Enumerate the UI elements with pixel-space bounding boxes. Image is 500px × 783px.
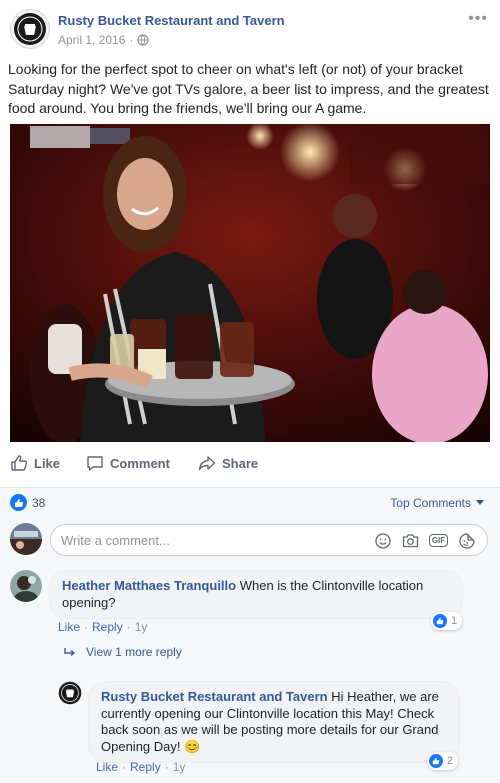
comment-label: Comment bbox=[110, 455, 170, 471]
reaction-count: 38 bbox=[32, 495, 46, 510]
thumbs-up-icon bbox=[11, 455, 28, 471]
comment-button[interactable]: Comment bbox=[86, 447, 170, 479]
sticker-icon[interactable] bbox=[458, 532, 475, 549]
post-text: Looking for the perfect spot to cheer on… bbox=[8, 61, 489, 116]
like-label: Like bbox=[34, 455, 61, 471]
gif-icon[interactable]: GIF bbox=[428, 532, 449, 549]
post-meta: April 1, 2016 · bbox=[58, 33, 149, 47]
sort-label: Top Comments bbox=[390, 496, 471, 510]
view-more-replies-link[interactable]: View 1 more reply bbox=[64, 645, 182, 659]
ellipsis-icon[interactable]: ••• bbox=[468, 10, 488, 28]
like-reaction-icon bbox=[433, 614, 447, 628]
comment-bubble-icon bbox=[87, 456, 103, 471]
reply-reply-link[interactable]: Reply bbox=[130, 760, 161, 774]
share-label: Share bbox=[222, 455, 259, 471]
comment-time[interactable]: 1y bbox=[135, 620, 148, 634]
reply-arrow-icon bbox=[64, 648, 76, 657]
reactions-summary[interactable]: 38 bbox=[10, 494, 45, 511]
rusty-bucket-logo-icon bbox=[14, 13, 46, 45]
comment-input-placeholder: Write a comment... bbox=[61, 533, 170, 548]
comment-like-link[interactable]: Like bbox=[58, 620, 80, 634]
top-comments-dropdown[interactable]: Top Comments bbox=[390, 496, 484, 510]
page-name-link[interactable]: Rusty Bucket Restaurant and Tavern bbox=[58, 13, 285, 28]
commenter-avatar[interactable] bbox=[10, 570, 42, 602]
current-user-avatar bbox=[10, 523, 42, 555]
reply-like-link[interactable]: Like bbox=[96, 760, 118, 774]
page-logo[interactable] bbox=[10, 9, 50, 49]
reply-actions: Like · Reply · 1y bbox=[96, 760, 186, 774]
share-button[interactable]: Share bbox=[198, 447, 258, 479]
rusty-bucket-logo-icon bbox=[58, 681, 82, 705]
like-button[interactable]: Like bbox=[10, 447, 60, 479]
comment-reaction-count[interactable]: 1 bbox=[431, 612, 463, 630]
like-reaction-icon bbox=[10, 494, 27, 511]
post-photo[interactable] bbox=[10, 124, 490, 442]
post-action-bar: Like Comment Share bbox=[0, 447, 500, 479]
post-date[interactable]: April 1, 2016 bbox=[58, 33, 125, 47]
camera-icon[interactable] bbox=[402, 532, 419, 549]
view-more-label: View 1 more reply bbox=[86, 645, 182, 659]
reply-reaction-number: 2 bbox=[447, 755, 454, 767]
reply-bubble: Rusty Bucket Restaurant and Tavern Hi He… bbox=[88, 681, 460, 763]
share-arrow-icon bbox=[198, 456, 216, 471]
emoji-icon[interactable] bbox=[374, 532, 391, 549]
like-reaction-icon bbox=[429, 754, 443, 768]
reply-time[interactable]: 1y bbox=[173, 760, 186, 774]
restaurant-photo-image bbox=[10, 124, 490, 442]
comment-bubble: Heather Matthaes Tranquillo When is the … bbox=[49, 570, 463, 619]
comment-reaction-number: 1 bbox=[451, 615, 458, 627]
post-card: Rusty Bucket Restaurant and Tavern April… bbox=[0, 0, 500, 487]
gif-label: GIF bbox=[428, 534, 449, 547]
reply-reaction-count[interactable]: 2 bbox=[427, 752, 459, 770]
meta-separator: · bbox=[129, 33, 134, 47]
page-reply-avatar[interactable] bbox=[58, 681, 82, 705]
comments-section: 38 Top Comments Write a comment... GIF H… bbox=[0, 487, 500, 783]
comment-input[interactable]: Write a comment... GIF bbox=[50, 524, 488, 556]
reply-author[interactable]: Rusty Bucket Restaurant and Tavern bbox=[101, 689, 328, 704]
comment-reply-link[interactable]: Reply bbox=[92, 620, 123, 634]
caret-down-icon bbox=[476, 500, 484, 505]
comment-actions: Like · Reply · 1y bbox=[58, 620, 148, 634]
globe-icon[interactable] bbox=[137, 34, 149, 46]
comment-author[interactable]: Heather Matthaes Tranquillo bbox=[62, 578, 236, 593]
